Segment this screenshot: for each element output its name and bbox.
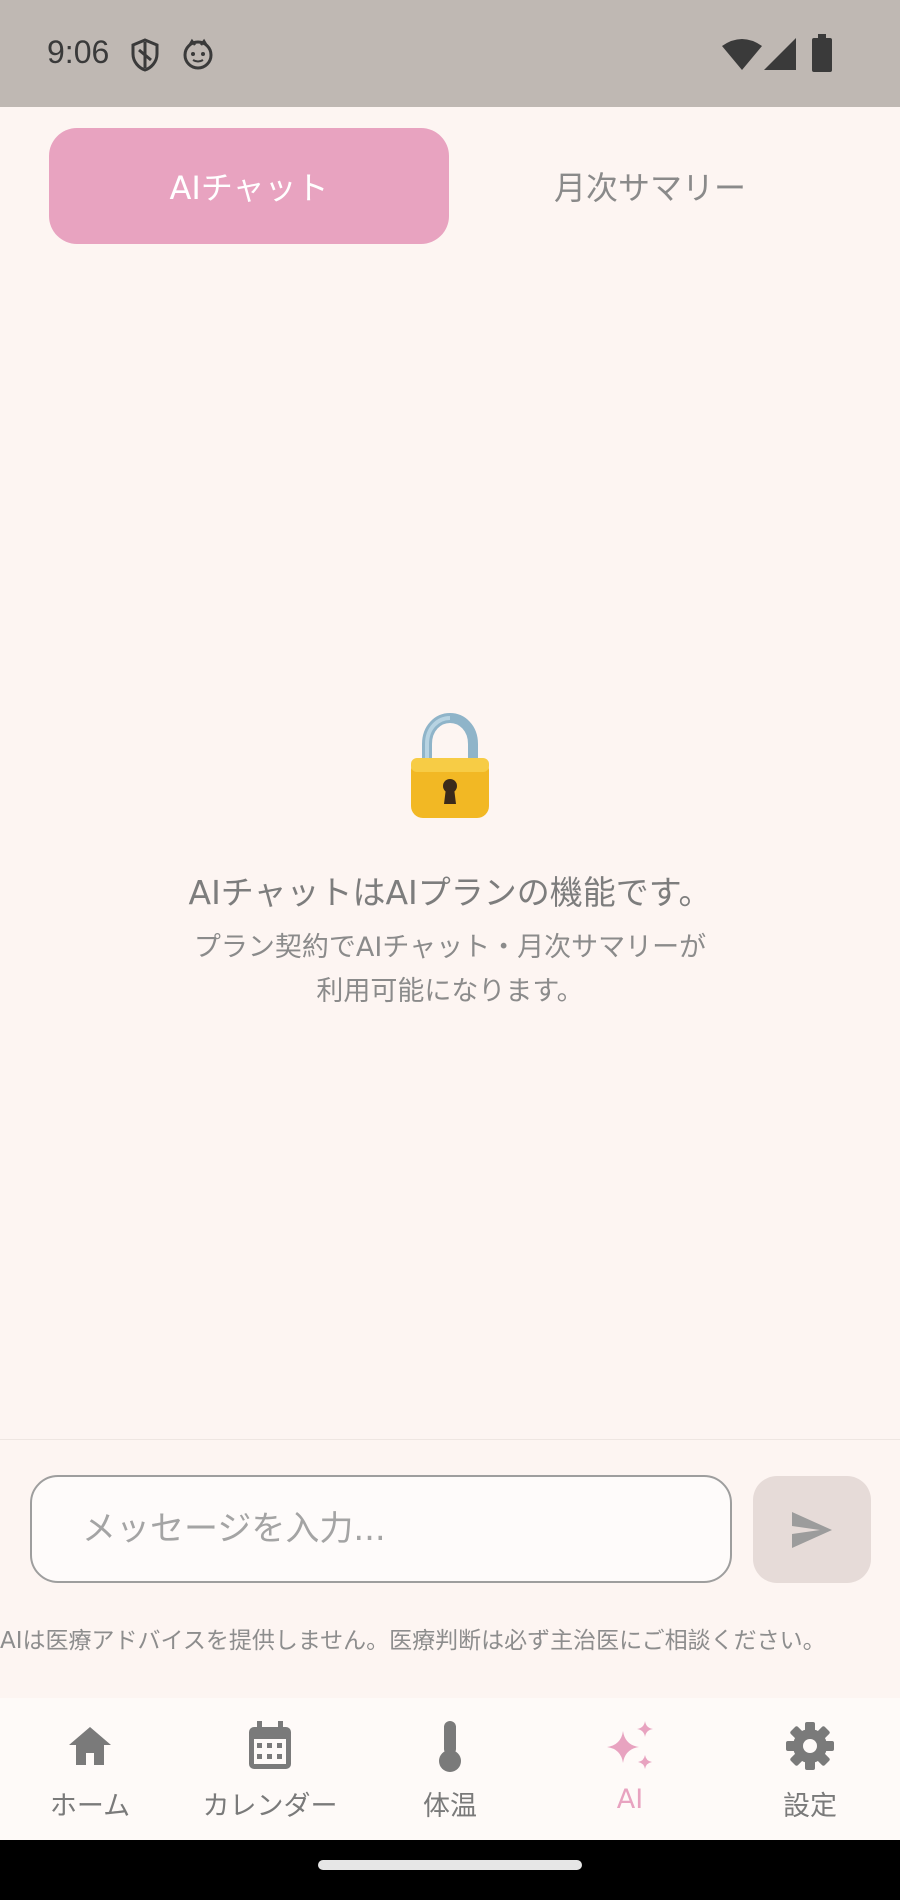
nav-label: ホーム (49, 1791, 131, 1822)
locked-description-line: プラン契約でAIチャット・月次サマリーが (193, 932, 707, 963)
tab-label: 月次サマリー (553, 169, 746, 207)
disclaimer: AIは医療アドバイスを提供しません。医療判断は必ず主治医にご相談ください。 (0, 1628, 826, 1654)
send-icon (792, 1511, 832, 1548)
tab-label: AIチャット (169, 169, 329, 207)
lock-icon (411, 712, 489, 818)
signal-icon (764, 38, 796, 70)
nav-label: 設定 (783, 1791, 837, 1822)
nav-item-calendar[interactable]: カレンダー (180, 1698, 360, 1840)
tab-monthly-summary[interactable]: 月次サマリー (450, 128, 850, 244)
message-input[interactable] (30, 1475, 732, 1583)
nav-item-temperature[interactable]: 体温 (360, 1698, 540, 1840)
status-time: 9:06 (47, 34, 110, 70)
thermometer-icon (439, 1721, 461, 1772)
shield-icon (131, 38, 159, 72)
bottom-nav: ホーム カレンダー 体温 AI 設定 (0, 1698, 900, 1840)
locked-title: AIチャットはAIプランの機能です。 (188, 873, 712, 912)
locked-description: プラン契約でAIチャット・月次サマリーが 利用可能になります。 (150, 926, 750, 1014)
home-icon (69, 1727, 111, 1765)
system-nav-bar (0, 1840, 900, 1900)
status-bar: 9:06 (0, 0, 900, 107)
locked-description-line: 利用可能になります。 (316, 976, 584, 1007)
wifi-icon (722, 39, 762, 70)
nav-item-settings[interactable]: 設定 (720, 1698, 900, 1840)
home-gesture-handle[interactable] (318, 1860, 582, 1870)
calendar-icon (249, 1721, 291, 1769)
send-button[interactable] (753, 1476, 871, 1583)
nav-label: 体温 (423, 1791, 477, 1822)
nav-label: カレンダー (202, 1791, 338, 1822)
cat-icon (183, 38, 213, 70)
divider (0, 1439, 900, 1440)
sparkle-icon (607, 1721, 653, 1769)
nav-item-ai[interactable]: AI (540, 1698, 720, 1840)
nav-label: AI (616, 1784, 644, 1815)
battery-icon (812, 34, 832, 72)
nav-item-home[interactable]: ホーム (0, 1698, 180, 1840)
tab-ai-chat[interactable]: AIチャット (49, 128, 449, 244)
gear-icon (786, 1722, 834, 1770)
